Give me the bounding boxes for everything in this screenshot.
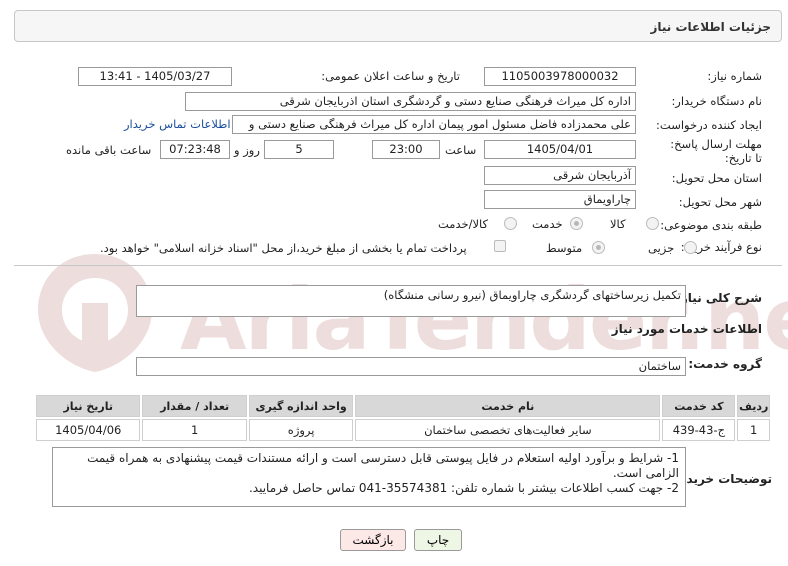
city-field[interactable]: چاراویماق	[484, 190, 636, 209]
divider	[14, 265, 782, 266]
buyer-notes-line-1: 1- شرایط و برآورد اولیه استعلام در فایل …	[87, 451, 679, 480]
col-code-header: کد خدمت	[662, 395, 736, 417]
buyer-contact-link[interactable]: اطلاعات تماس خریدار	[124, 117, 231, 131]
process-radio-minor[interactable]	[684, 241, 697, 254]
days-label: روز و	[234, 143, 260, 157]
description-label: شرح کلی نیاز:	[676, 291, 762, 305]
cell-unit: پروژه	[248, 419, 354, 441]
col-unit-header: واحد اندازه گیری	[248, 395, 354, 417]
announce-date-field[interactable]: 1405/03/27 - 13:41	[78, 67, 232, 86]
category-option-service: خدمت	[532, 217, 563, 231]
remaining-time-field[interactable]: 07:23:48	[160, 140, 230, 159]
deadline-time-field[interactable]: 23:00	[372, 140, 440, 159]
services-table: ردیف کد خدمت نام خدمت واحد اندازه گیری ت…	[34, 393, 772, 443]
buyer-field[interactable]: اداره کل میراث فرهنگی صنایع دستی و گردشگ…	[185, 92, 636, 111]
category-radio-goods-service[interactable]	[504, 217, 517, 230]
cell-row: 1	[737, 419, 770, 441]
need-number-field[interactable]: 1105003978000032	[484, 67, 636, 86]
table-header-row: ردیف کد خدمت نام خدمت واحد اندازه گیری ت…	[36, 395, 770, 417]
description-field[interactable]: تکمیل زیرساختهای گردشگری چاراویماق (نیرو…	[136, 285, 686, 317]
deadline-date-field[interactable]: 1405/04/01	[484, 140, 636, 159]
treasury-note: پرداخت تمام یا بخشی از مبلغ خرید،از محل …	[100, 241, 467, 255]
announce-date-label: تاریخ و ساعت اعلان عمومی:	[321, 69, 460, 83]
province-field[interactable]: آذربایجان شرقی	[484, 166, 636, 185]
cell-qty: 1	[142, 419, 247, 441]
treasury-checkbox[interactable]	[494, 240, 506, 252]
service-group-field[interactable]: ساختمان	[136, 357, 686, 376]
deadline-time-label: ساعت	[445, 143, 477, 157]
category-radio-goods[interactable]	[646, 217, 659, 230]
process-option-minor: جزیی	[648, 241, 675, 255]
category-label: طبقه بندی موضوعی:	[660, 218, 762, 232]
category-radio-service[interactable]	[570, 217, 583, 230]
days-field[interactable]: 5	[264, 140, 334, 159]
buyer-notes-box[interactable]: 1- شرایط و برآورد اولیه استعلام در فایل …	[52, 447, 686, 507]
deadline-label: مهلت ارسال پاسخ: تا تاریخ:	[670, 137, 762, 165]
requester-field[interactable]: علی محمدزاده فاضل مسئول امور پیمان اداره…	[232, 115, 636, 134]
col-row-header: ردیف	[737, 395, 770, 417]
service-group-label: گروه خدمت:	[688, 357, 762, 371]
requester-label: ایجاد کننده درخواست:	[656, 118, 762, 132]
page-title: جزئیات اطلاعات نیاز	[650, 20, 771, 34]
header-panel: جزئیات اطلاعات نیاز	[14, 10, 782, 42]
cell-date: 1405/04/06	[36, 419, 141, 441]
col-qty-header: تعداد / مقدار	[142, 395, 247, 417]
table-row: 1 ج-43-439 سایر فعالیت‌های تخصصی ساختمان…	[36, 419, 770, 441]
cell-name: سایر فعالیت‌های تخصصی ساختمان	[355, 419, 661, 441]
process-option-medium: متوسط	[546, 241, 583, 255]
buyer-label: نام دستگاه خریدار:	[671, 94, 762, 108]
back-button[interactable]: بازگشت	[340, 529, 406, 551]
remaining-time-label: ساعت باقی مانده	[66, 143, 152, 157]
city-label: شهر محل تحویل:	[678, 195, 762, 209]
col-date-header: تاریخ نیاز	[36, 395, 141, 417]
print-button[interactable]: چاپ	[414, 529, 462, 551]
services-section-title: اطلاعات خدمات مورد نیاز	[611, 322, 762, 336]
need-number-label: شماره نیاز:	[707, 69, 762, 83]
category-option-goods-service: کالا/خدمت	[438, 217, 489, 231]
category-option-goods: کالا	[610, 217, 626, 231]
col-name-header: نام خدمت	[355, 395, 661, 417]
province-label: استان محل تحویل:	[671, 171, 762, 185]
process-radio-medium[interactable]	[592, 241, 605, 254]
buyer-notes-line-2: 2- جهت کسب اطلاعات بیشتر با شماره تلفن: …	[248, 481, 679, 495]
cell-code: ج-43-439	[662, 419, 736, 441]
